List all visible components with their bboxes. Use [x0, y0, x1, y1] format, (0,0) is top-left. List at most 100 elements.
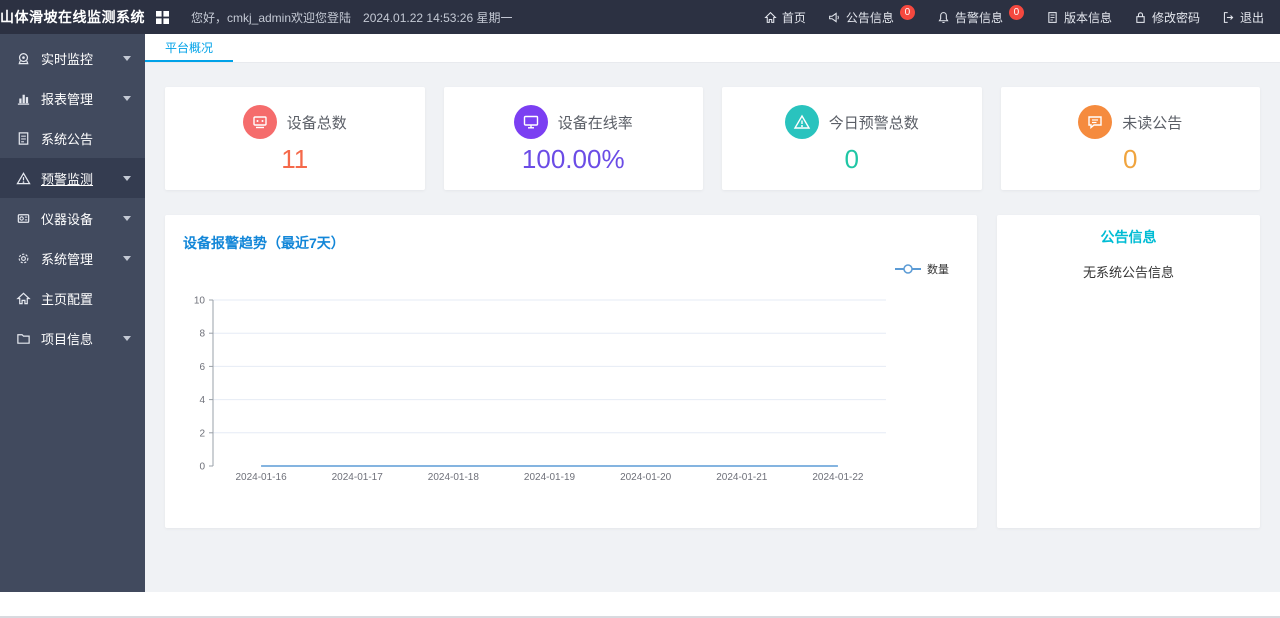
version-icon	[1046, 11, 1059, 24]
sidebar-item-label: 系统管理	[41, 251, 94, 267]
header: 山体滑坡在线监测系统 您好，cmkj_admin欢迎您登陆 2024.01.22…	[0, 0, 1280, 34]
svg-text:2024-01-20: 2024-01-20	[620, 472, 672, 483]
report-icon	[16, 91, 31, 106]
svg-text:0: 0	[199, 462, 205, 473]
notice-card: 公告信息 无系统公告信息	[997, 215, 1260, 528]
nav-logout-label: 退出	[1239, 10, 1264, 25]
chevron-down-icon	[123, 95, 131, 101]
sidebar-item-label: 系统公告	[41, 131, 94, 147]
password-icon	[1134, 11, 1147, 24]
nav-change-password-label: 修改密码	[1151, 10, 1200, 25]
warning-icon	[16, 171, 31, 186]
today-warning-icon	[784, 105, 819, 139]
menu-grid-icon[interactable]	[145, 0, 179, 34]
stat-value: 100.00%	[521, 144, 625, 174]
unread-notice-icon	[1078, 105, 1113, 139]
sidebar-item-label: 仪器设备	[41, 211, 94, 227]
sidebar-item-reports[interactable]: 报表管理	[0, 78, 145, 118]
stat-top: 未读公告	[1078, 105, 1182, 139]
chart-title: 设备报警趋势（最近7天）	[183, 235, 345, 251]
svg-text:8: 8	[199, 329, 205, 340]
stat-card-unread-notices: 未读公告 0	[1000, 87, 1260, 190]
sidebar-item-system-notice[interactable]: 系统公告	[0, 118, 145, 158]
tab-label: 平台概况	[165, 40, 214, 55]
sidebar: 实时监控 报表管理 系统公告 预警监测 仪器设备 系统管理 主页配置 项目信息	[0, 34, 145, 592]
nav-version[interactable]: 版本信息	[1046, 9, 1112, 26]
stat-label: 设备在线率	[557, 114, 633, 132]
svg-text:4: 4	[199, 395, 205, 406]
main-content: 设备总数 11 设备在线率 100.00% 今日预警总数 0 未读公告 0 设备…	[145, 63, 1280, 618]
stat-top: 设备总数	[242, 105, 347, 139]
stat-value: 0	[1123, 144, 1138, 174]
logout-icon	[1222, 11, 1235, 24]
nav-change-password[interactable]: 修改密码	[1134, 9, 1200, 26]
announcement-icon	[828, 11, 841, 24]
svg-text:2024-01-21: 2024-01-21	[716, 472, 768, 483]
stat-label: 今日预警总数	[828, 114, 919, 132]
sidebar-item-instruments[interactable]: 仪器设备	[0, 198, 145, 238]
announcements-badge: 0	[899, 4, 915, 20]
nav-home[interactable]: 首页	[764, 9, 806, 26]
stat-card-device-total: 设备总数 11	[165, 87, 425, 190]
stat-value: 0	[844, 144, 859, 174]
settings-icon	[16, 251, 31, 266]
second-row: 设备报警趋势（最近7天） 0 2 4 6 8 10 2024-01-16 2024-01-17…	[165, 215, 1260, 528]
svg-text:2024-01-22: 2024-01-22	[812, 472, 864, 483]
home-icon	[764, 11, 777, 24]
svg-text:6: 6	[199, 362, 205, 373]
tab-bar: 平台概况	[145, 34, 1280, 63]
svg-text:2024-01-16: 2024-01-16	[235, 472, 287, 483]
svg-text:2: 2	[199, 428, 205, 439]
svg-text:10: 10	[194, 296, 206, 307]
chevron-down-icon	[123, 55, 131, 61]
chevron-down-icon	[123, 335, 131, 341]
tab-platform-overview[interactable]: 平台概况	[145, 34, 234, 62]
sidebar-item-label: 项目信息	[41, 331, 94, 347]
sidebar-item-warning-monitor[interactable]: 预警监测	[0, 158, 145, 198]
sidebar-item-system-settings[interactable]: 系统管理	[0, 238, 145, 278]
datetime-text: 2024.01.22 14:53:26 星期一	[363, 10, 513, 25]
nav-home-label: 首页	[781, 10, 806, 25]
sidebar-item-homepage-config[interactable]: 主页配置	[0, 278, 145, 318]
nav-version-label: 版本信息	[1063, 10, 1112, 25]
stat-card-today-warnings: 今日预警总数 0	[722, 87, 982, 190]
app-title: 山体滑坡在线监测系统	[0, 9, 145, 25]
stat-label: 未读公告	[1122, 114, 1183, 132]
alarm-trend-card: 设备报警趋势（最近7天） 0 2 4 6 8 10 2024-01-16 2024-01-17…	[165, 215, 977, 528]
nav-logout[interactable]: 退出	[1222, 9, 1264, 26]
device-icon	[16, 211, 31, 226]
stat-label: 设备总数	[286, 114, 347, 132]
page: 山体滑坡在线监测系统 您好，cmkj_admin欢迎您登陆 2024.01.22…	[0, 0, 1280, 618]
project-icon	[16, 331, 31, 346]
stat-top: 设备在线率	[513, 105, 633, 139]
sidebar-item-label: 报表管理	[41, 91, 94, 107]
sidebar-item-project-info[interactable]: 项目信息	[0, 318, 145, 358]
sidebar-item-label: 实时监控	[41, 51, 94, 67]
nav-alarms[interactable]: 告警信息 0	[937, 4, 1024, 26]
stats-row: 设备总数 11 设备在线率 100.00% 今日预警总数 0 未读公告 0	[165, 87, 1260, 190]
chevron-down-icon	[123, 175, 131, 181]
svg-text:2024-01-19: 2024-01-19	[524, 472, 576, 483]
notice-card-title: 公告信息	[1100, 229, 1157, 245]
alarms-badge: 0	[1008, 4, 1024, 20]
nav-alarms-label: 告警信息	[954, 10, 1003, 25]
sidebar-item-realtime-monitor[interactable]: 实时监控	[0, 38, 145, 78]
stat-top: 今日预警总数	[784, 105, 919, 139]
stat-card-online-rate: 设备在线率 100.00%	[443, 87, 703, 190]
homepage-icon	[16, 291, 31, 306]
stat-value: 11	[281, 144, 309, 174]
notice-empty-text: 无系统公告信息	[1082, 265, 1174, 280]
trend-chart-svg: 0 2 4 6 8 10 2024-01-16 2024-01-17 2024-01-18 202…	[194, 263, 949, 483]
notice-icon	[16, 131, 31, 146]
header-nav: 首页 公告信息 0 告警信息 0 版本信息 修改密码 退出	[764, 4, 1280, 26]
sidebar-item-label: 预警监测	[41, 171, 94, 187]
svg-text:数量: 数量	[927, 263, 949, 276]
footer-strip	[0, 592, 1280, 618]
nav-announcements[interactable]: 公告信息 0	[828, 4, 915, 26]
svg-text:2024-01-18: 2024-01-18	[428, 472, 480, 483]
nav-announcements-label: 公告信息	[845, 10, 894, 25]
device-count-icon	[242, 105, 277, 139]
sidebar-item-label: 主页配置	[41, 291, 94, 307]
greeting-text: 您好，cmkj_admin欢迎您登陆	[191, 10, 352, 25]
svg-text:2024-01-17: 2024-01-17	[332, 472, 384, 483]
